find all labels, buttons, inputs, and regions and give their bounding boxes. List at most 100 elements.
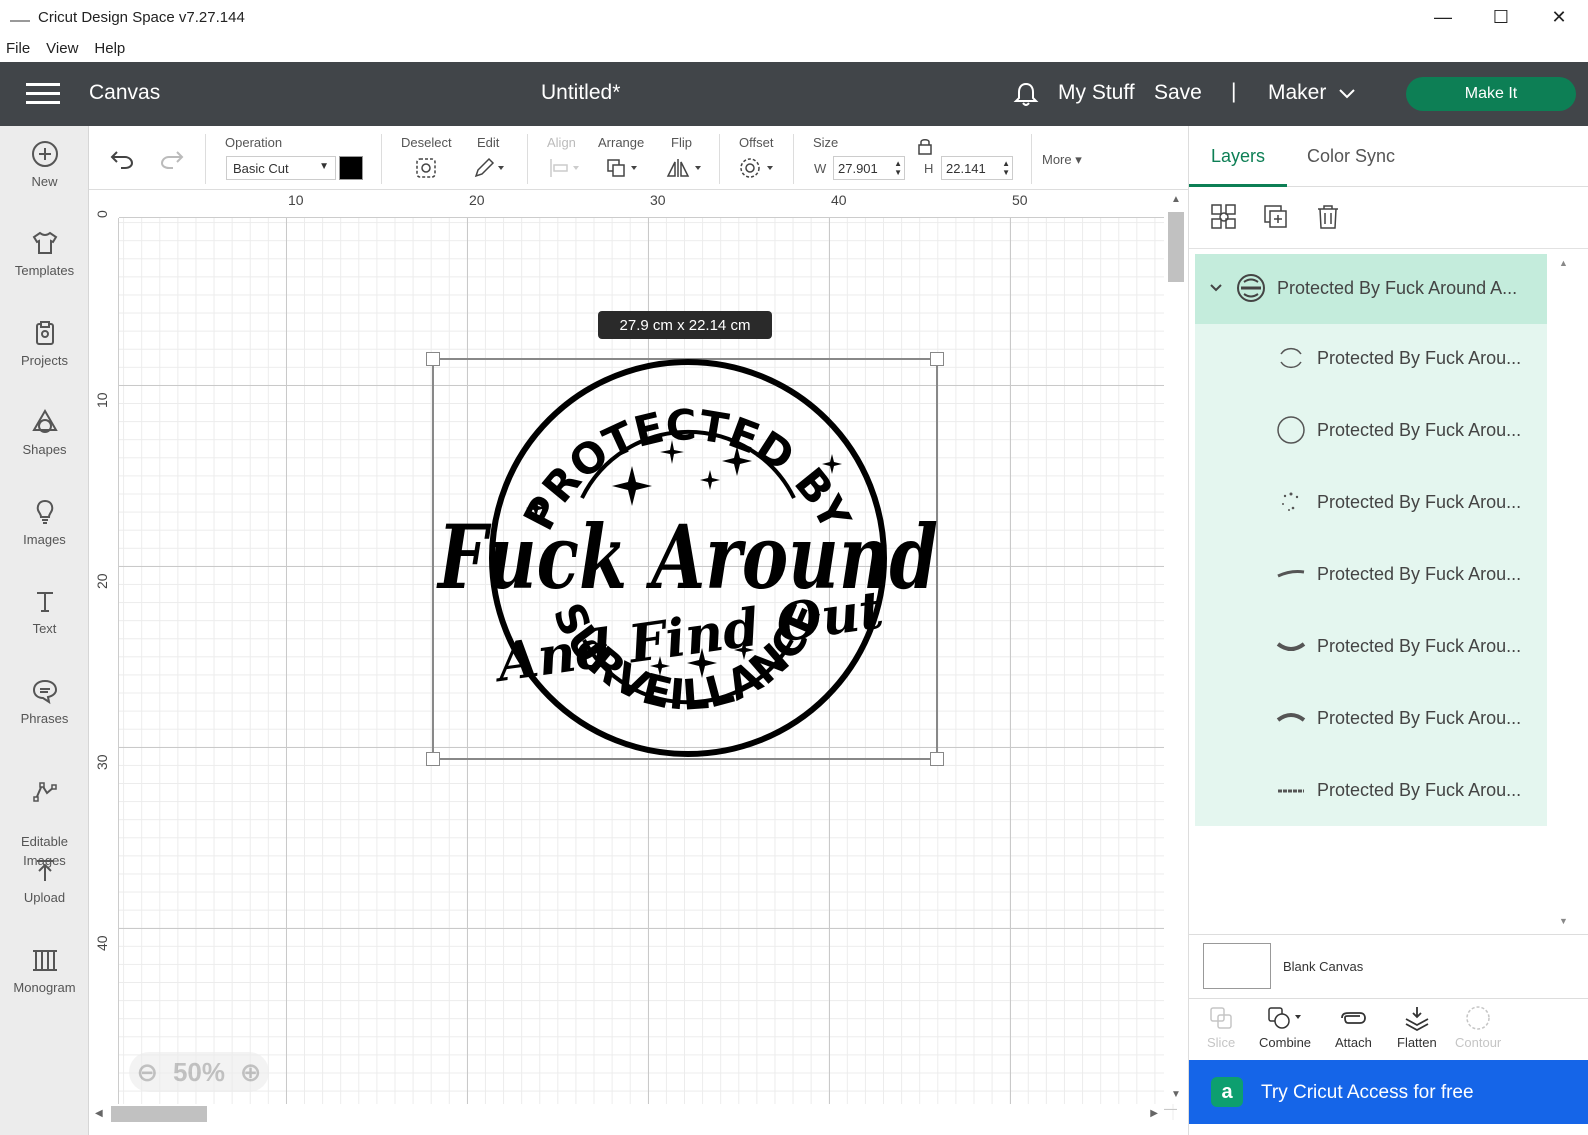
- color-swatch[interactable]: [339, 156, 363, 180]
- hamburger-menu-icon[interactable]: [26, 83, 60, 105]
- redo-icon[interactable]: [159, 148, 185, 170]
- my-stuff-link[interactable]: My Stuff: [1058, 81, 1135, 105]
- layer-row[interactable]: Protected By Fuck Arou...: [1195, 324, 1547, 396]
- flip-label: Flip: [671, 135, 692, 150]
- offset-icon[interactable]: [737, 156, 777, 180]
- sidebar-item-text[interactable]: Text: [0, 587, 89, 636]
- layer-row[interactable]: Protected By Fuck Arou...: [1195, 396, 1547, 468]
- cricut-access-text: Try Cricut Access for free: [1261, 1082, 1474, 1103]
- tab-color-sync[interactable]: Color Sync: [1307, 146, 1395, 167]
- operation-select[interactable]: Basic Cut ▼: [226, 156, 336, 180]
- scroll-down-icon[interactable]: ▼: [1559, 916, 1568, 926]
- contour-label: Contour: [1455, 1035, 1502, 1050]
- design-canvas[interactable]: 10 20 30 40 50 0 10 20 30 40 27.9 cm x 2…: [89, 190, 1177, 1120]
- align-icon[interactable]: [547, 156, 583, 180]
- attach-button[interactable]: Attach: [1335, 1005, 1372, 1050]
- scroll-right-icon[interactable]: ▶: [1150, 1108, 1158, 1119]
- combine-button[interactable]: Combine: [1259, 1005, 1311, 1050]
- sidebar-item-phrases[interactable]: Phrases: [0, 677, 89, 726]
- layer-thumbnail: [1276, 642, 1306, 651]
- chevron-down-icon[interactable]: [1339, 86, 1355, 102]
- offset-label: Offset: [739, 135, 774, 150]
- layer-row[interactable]: Protected By Fuck Arou...: [1195, 468, 1547, 540]
- caret-down-icon: ▼: [319, 161, 329, 172]
- bell-icon[interactable]: [1012, 80, 1040, 108]
- sidebar-item-upload[interactable]: Upload: [0, 856, 89, 905]
- undo-icon[interactable]: [109, 148, 135, 170]
- header-separator: |: [1231, 80, 1237, 103]
- editable-image-icon: [32, 782, 57, 802]
- flatten-button[interactable]: Flatten: [1397, 1005, 1437, 1050]
- minimize-button[interactable]: —: [1414, 0, 1472, 34]
- vertical-scrollbar[interactable]: ▲ ▼: [1164, 190, 1188, 1104]
- section-title: Canvas: [89, 81, 161, 104]
- layer-row[interactable]: Protected By Fuck Arou...: [1195, 756, 1547, 828]
- sidebar-item-templates[interactable]: Templates: [0, 229, 89, 278]
- layer-row[interactable]: Protected By Fuck Arou...: [1195, 540, 1547, 612]
- layer-thumbnail: [1280, 347, 1302, 369]
- scroll-thumb[interactable]: [111, 1106, 207, 1122]
- width-input[interactable]: 27.901 ▲ ▼: [833, 156, 905, 180]
- scroll-down-icon[interactable]: ▼: [1171, 1089, 1181, 1100]
- duplicate-icon[interactable]: [1261, 202, 1291, 232]
- layer-name: Protected By Fuck Arou...: [1317, 780, 1522, 800]
- contour-button[interactable]: Contour: [1455, 1005, 1501, 1050]
- sidebar-item-shapes[interactable]: Shapes: [0, 408, 89, 457]
- blank-canvas-row[interactable]: Blank Canvas: [1189, 934, 1588, 998]
- ruler-mark: 30: [94, 754, 110, 770]
- slice-icon: [1210, 1007, 1232, 1029]
- scroll-up-icon[interactable]: ▲: [1171, 194, 1181, 205]
- contour-icon: [1466, 1006, 1490, 1030]
- cricut-access-banner[interactable]: a Try Cricut Access for free: [1189, 1060, 1588, 1124]
- make-it-button[interactable]: Make It: [1406, 77, 1576, 111]
- slice-button[interactable]: Slice: [1207, 1005, 1235, 1050]
- window-title: Cricut Design Space v7.27.144: [38, 8, 245, 26]
- menu-file[interactable]: File: [6, 40, 30, 57]
- horizontal-scrollbar[interactable]: ◀ ▶: [89, 1104, 1164, 1124]
- ruler-left: 0 10 20 30 40: [89, 210, 119, 1120]
- height-input[interactable]: 22.141 ▲ ▼: [941, 156, 1013, 180]
- design-artwork[interactable]: PROTECTED BY SURVEILLANCE Fuck Around An…: [432, 358, 938, 760]
- arrange-icon[interactable]: [605, 156, 641, 180]
- slice-label: Slice: [1207, 1035, 1236, 1050]
- deselect-icon[interactable]: [414, 156, 438, 180]
- scroll-left-icon[interactable]: ◀: [95, 1108, 103, 1119]
- layer-row[interactable]: Protected By Fuck Arou...: [1195, 612, 1547, 684]
- layer-group-row[interactable]: Protected By Fuck Around A...: [1195, 254, 1547, 324]
- scroll-thumb[interactable]: [1168, 212, 1184, 282]
- sidebar-item-projects[interactable]: Projects: [0, 319, 89, 368]
- flip-icon[interactable]: [665, 156, 705, 180]
- canvas-color-swatch[interactable]: [1203, 943, 1271, 989]
- sidebar-item-images[interactable]: Images: [0, 498, 89, 547]
- zoom-out-icon[interactable]: ⊖: [136, 1057, 158, 1088]
- layer-thumbnail: [1282, 492, 1299, 511]
- close-button[interactable]: ✕: [1530, 0, 1588, 34]
- sidebar-item-editable-images[interactable]: Editable Images: [0, 760, 89, 870]
- group-icon[interactable]: [1209, 202, 1239, 232]
- pencil-icon[interactable]: [472, 156, 508, 180]
- save-button[interactable]: Save: [1154, 81, 1202, 105]
- tab-layers[interactable]: Layers: [1211, 146, 1265, 167]
- layer-row[interactable]: Protected By Fuck Arou...: [1195, 684, 1547, 756]
- more-button[interactable]: More ▾: [1042, 152, 1082, 168]
- maximize-button[interactable]: ☐: [1472, 0, 1530, 34]
- sidebar-item-label: Projects: [21, 353, 68, 368]
- sidebar-item-label: Templates: [14, 263, 75, 278]
- sidebar-item-monogram[interactable]: Monogram: [0, 946, 89, 995]
- selection-box[interactable]: PROTECTED BY SURVEILLANCE Fuck Around An…: [426, 352, 944, 766]
- lock-icon[interactable]: [916, 136, 934, 156]
- menu-help[interactable]: Help: [94, 40, 125, 57]
- sidebar-item-new[interactable]: New: [0, 140, 89, 189]
- zoom-in-icon[interactable]: ⊕: [240, 1057, 262, 1088]
- sidebar-item-label: Monogram: [13, 980, 76, 995]
- chevron-down-icon[interactable]: [1209, 281, 1223, 295]
- spinner-icon[interactable]: ▲ ▼: [894, 159, 902, 177]
- machine-select[interactable]: Maker: [1268, 81, 1326, 105]
- menu-view[interactable]: View: [46, 40, 78, 57]
- lightbulb-icon: [36, 499, 53, 524]
- ruler-mark: 20: [469, 192, 485, 208]
- spinner-icon[interactable]: ▲ ▼: [1002, 159, 1010, 177]
- scroll-up-icon[interactable]: ▲: [1559, 258, 1568, 268]
- trash-icon[interactable]: [1313, 202, 1343, 232]
- document-title: Untitled*: [541, 81, 621, 104]
